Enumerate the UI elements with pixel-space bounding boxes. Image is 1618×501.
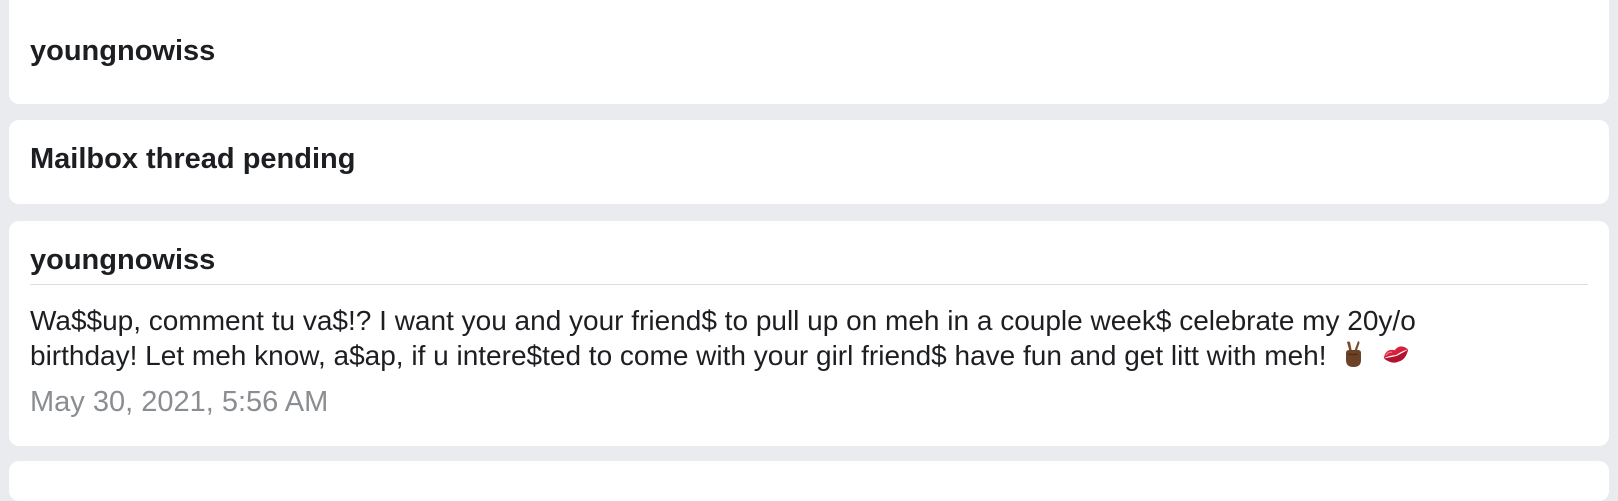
message-body-line-1: Wa$$up, comment tu va$!? I want you and … — [30, 305, 1416, 336]
thread-header-card: youngnowiss — [9, 0, 1609, 104]
thread-status-card: Mailbox thread pending — [9, 120, 1609, 204]
message-body: Wa$$up, comment tu va$!? I want you and … — [30, 303, 1590, 377]
message-body-line-2: birthday! Let meh know, a$ap, if u inter… — [30, 340, 1327, 371]
thread-status-text: Mailbox thread pending — [30, 143, 356, 175]
message-card: youngnowiss Wa$$up, comment tu va$!? I w… — [9, 221, 1609, 446]
kiss-mark-icon — [1380, 339, 1412, 377]
message-divider — [30, 284, 1588, 285]
victory-hand-icon — [1338, 339, 1368, 377]
thread-header-name[interactable]: youngnowiss — [30, 34, 215, 68]
message-timestamp: May 30, 2021, 5:56 AM — [30, 386, 329, 418]
next-message-card — [9, 461, 1609, 501]
message-sender[interactable]: youngnowiss — [30, 243, 215, 277]
